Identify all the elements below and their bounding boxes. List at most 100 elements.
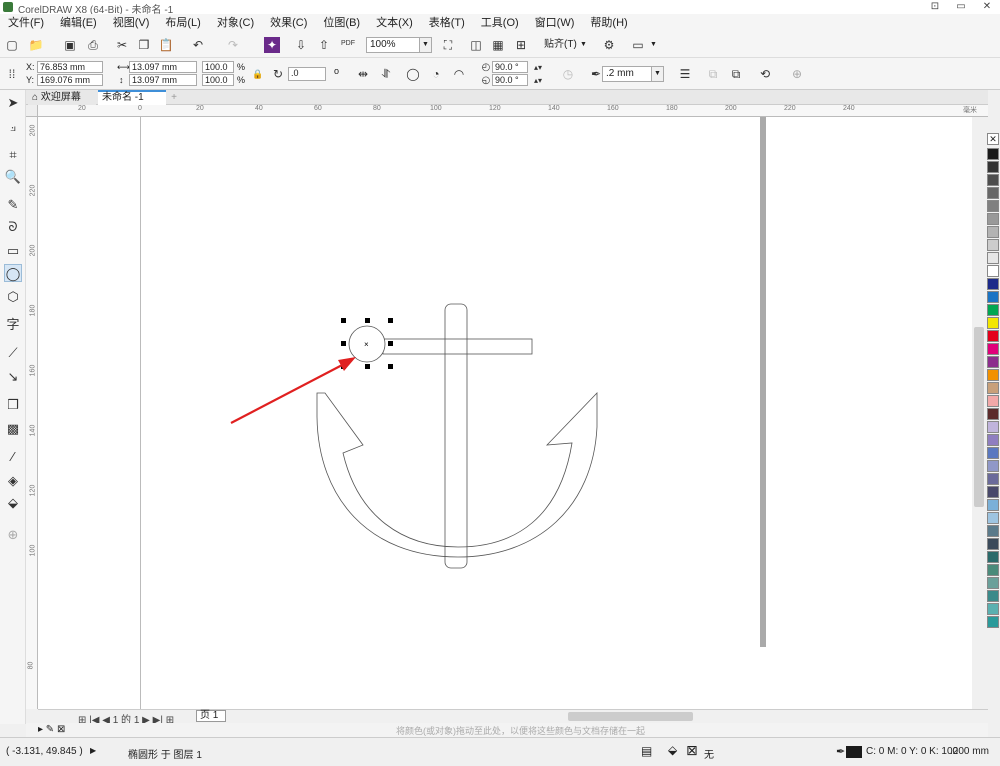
mirror-horizontal-icon[interactable]: ⇹ xyxy=(355,66,371,82)
smart-fill-icon[interactable]: ⬙ xyxy=(4,494,22,512)
show-rulers-icon[interactable]: ◫ xyxy=(468,37,484,53)
cut-icon[interactable]: ✂ xyxy=(114,37,130,53)
parallel-dimension-icon[interactable]: ⟋ xyxy=(4,344,22,362)
horizontal-scroll-thumb[interactable] xyxy=(568,712,693,721)
mirror-vertical-icon[interactable]: ⥯ xyxy=(378,66,394,82)
outline-width-select[interactable]: .2 mm ▼ xyxy=(602,66,664,82)
width-field[interactable]: 13.097 mm xyxy=(129,61,197,73)
full-screen-icon[interactable]: ⛶ xyxy=(440,37,456,53)
end-angle-field[interactable]: 90.0 ° xyxy=(492,74,528,86)
copy-icon[interactable]: ❐ xyxy=(136,37,152,53)
end-angle-stepper[interactable]: ▴▾ xyxy=(530,73,546,89)
scale-height-field[interactable]: 100.0 xyxy=(202,74,234,86)
text-wrap-icon[interactable]: ☰ xyxy=(677,66,693,82)
save-icon[interactable]: ▣ xyxy=(62,37,78,53)
ellipse-shape-icon[interactable]: ◯ xyxy=(405,66,421,82)
color-swatch[interactable] xyxy=(987,252,999,264)
connector-tool-icon[interactable]: ↘ xyxy=(4,368,22,386)
tab-document[interactable]: 未命名 -1 xyxy=(98,90,166,105)
crop-tool-icon[interactable]: ⌗ xyxy=(4,146,22,164)
text-tool-icon[interactable]: 字 xyxy=(4,316,22,334)
color-swatch[interactable] xyxy=(987,278,999,290)
color-swatch[interactable] xyxy=(987,395,999,407)
object-origin-icon[interactable]: ⁞⁞ xyxy=(4,66,20,82)
start-angle-field[interactable]: 90.0 ° xyxy=(492,61,528,73)
height-field[interactable]: 13.097 mm xyxy=(129,74,197,86)
color-swatch[interactable] xyxy=(987,499,999,511)
vertical-scrollbar[interactable] xyxy=(972,117,986,709)
rectangle-tool-icon[interactable]: ▭ xyxy=(4,242,22,260)
color-swatch[interactable] xyxy=(987,213,999,225)
undo-icon[interactable]: ↶ xyxy=(190,37,206,53)
arc-shape-icon[interactable]: ◠ xyxy=(451,66,467,82)
polygon-tool-icon[interactable]: ⬡ xyxy=(4,288,22,306)
drop-shadow-icon[interactable]: ❒ xyxy=(4,396,22,414)
import-icon[interactable]: ⇩ xyxy=(293,37,309,53)
add-tool-icon[interactable]: ⊕ xyxy=(4,526,22,544)
color-swatch[interactable] xyxy=(987,434,999,446)
print-icon[interactable]: ⎙ xyxy=(85,37,101,53)
new-tab-button[interactable]: + xyxy=(166,90,182,105)
color-swatch[interactable] xyxy=(987,161,999,173)
no-color-swatch[interactable]: ✕ xyxy=(987,133,999,145)
drawing-canvas[interactable]: × xyxy=(38,117,972,709)
color-swatch[interactable] xyxy=(987,174,999,186)
menu-table[interactable]: 表格(T) xyxy=(421,14,473,32)
color-swatch[interactable] xyxy=(987,421,999,433)
export-icon[interactable]: ⇧ xyxy=(316,37,332,53)
ruler-origin[interactable] xyxy=(26,105,38,117)
scale-width-field[interactable]: 100.0 xyxy=(202,61,234,73)
to-front-icon[interactable]: ⧉ xyxy=(705,66,721,82)
color-swatch[interactable] xyxy=(987,460,999,472)
snap-to-button[interactable]: 贴齐(T) xyxy=(544,39,577,51)
maximize-icon[interactable]: ▭ xyxy=(948,0,974,14)
menu-bitmaps[interactable]: 位图(B) xyxy=(315,14,368,32)
publish-pdf-icon[interactable]: PDF xyxy=(340,36,356,52)
menu-object[interactable]: 对象(C) xyxy=(209,14,262,32)
direction-icon[interactable]: ◷ xyxy=(560,66,576,82)
menu-effects[interactable]: 效果(C) xyxy=(262,14,315,32)
menu-view[interactable]: 视图(V) xyxy=(105,14,158,32)
ellipse-tool-icon[interactable]: ◯ xyxy=(4,264,22,282)
close-icon[interactable]: ✕ xyxy=(974,0,1000,14)
corel-connect-icon[interactable]: ✦ xyxy=(264,37,280,53)
color-swatch[interactable] xyxy=(987,148,999,160)
artistic-media-icon[interactable]: ᘐ xyxy=(4,218,22,236)
color-swatch[interactable] xyxy=(987,226,999,238)
chevron-down-icon[interactable]: ▼ xyxy=(650,39,657,51)
color-swatch[interactable] xyxy=(987,447,999,459)
pie-shape-icon[interactable]: ◔ xyxy=(428,66,444,82)
pick-tool-icon[interactable]: ➤ xyxy=(4,94,22,112)
color-swatch[interactable] xyxy=(987,369,999,381)
y-position-field[interactable]: 169.076 mm xyxy=(37,74,103,86)
color-swatch[interactable] xyxy=(987,590,999,602)
color-swatch[interactable] xyxy=(987,356,999,368)
color-swatch[interactable] xyxy=(987,343,999,355)
open-folder-icon[interactable]: 📁 xyxy=(28,37,44,53)
color-swatch[interactable] xyxy=(987,330,999,342)
menu-window[interactable]: 窗口(W) xyxy=(527,14,583,32)
lock-ratio-icon[interactable]: 🔒 xyxy=(250,66,266,82)
color-swatch[interactable] xyxy=(987,512,999,524)
color-swatch[interactable] xyxy=(987,564,999,576)
menu-tools[interactable]: 工具(O) xyxy=(473,14,527,32)
menu-edit[interactable]: 编辑(E) xyxy=(52,14,105,32)
color-eyedropper-icon[interactable]: ⁄ xyxy=(4,448,22,466)
color-swatch[interactable] xyxy=(987,187,999,199)
zoom-level-select[interactable]: 100% ▼ xyxy=(366,37,432,53)
rotation-angle-field[interactable]: .0 xyxy=(288,67,326,81)
restore-icon[interactable]: ⊡ xyxy=(922,0,948,14)
menu-help[interactable]: 帮助(H) xyxy=(582,14,635,32)
chevron-down-icon[interactable]: ▼ xyxy=(580,39,587,51)
add-icon[interactable]: ⊕ xyxy=(789,66,805,82)
color-swatch[interactable] xyxy=(987,538,999,550)
redo-icon[interactable]: ↷ xyxy=(225,37,241,53)
show-guidelines-icon[interactable]: ⊞ xyxy=(513,37,529,53)
x-position-field[interactable]: 76.853 mm xyxy=(37,61,103,73)
page-tab[interactable]: 页 1 xyxy=(196,710,226,722)
vertical-scroll-thumb[interactable] xyxy=(974,327,984,507)
show-grid-icon[interactable]: ▦ xyxy=(490,37,506,53)
color-swatch[interactable] xyxy=(987,291,999,303)
color-swatch[interactable] xyxy=(987,473,999,485)
color-swatch[interactable] xyxy=(987,603,999,615)
